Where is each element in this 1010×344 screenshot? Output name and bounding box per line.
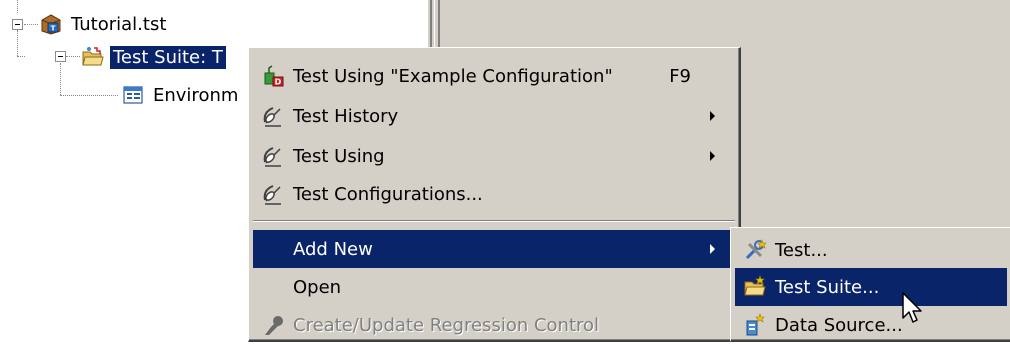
menu-item-create-update-regression-control: Create/Update Regression Control <box>253 306 735 344</box>
satellite-icon <box>253 144 293 168</box>
data-source-icon <box>735 313 775 337</box>
menu-item-test-history[interactable]: Test History <box>253 97 735 135</box>
svg-text:D: D <box>275 78 282 87</box>
submenu-item-test[interactable]: Test... <box>735 231 1007 269</box>
submenu-item-test-suite[interactable]: Test Suite... <box>735 268 1007 306</box>
test-suite-folder-icon <box>735 275 775 299</box>
tree-guide-line <box>17 0 18 13</box>
tree-guide-line <box>66 56 80 57</box>
tree-guide-line <box>60 95 118 96</box>
test-tools-icon <box>735 238 775 262</box>
menu-item-label: Test Configurations... <box>293 183 483 205</box>
submenu-arrow-icon <box>710 151 715 161</box>
menu-item-test-using[interactable]: Test Using <box>253 137 735 175</box>
menu-item-test-configurations[interactable]: Test Configurations... <box>253 175 735 213</box>
tree-item-root[interactable]: T Tutorial.tst <box>40 9 169 39</box>
menu-item-label: Add New <box>293 238 373 260</box>
menu-item-test-using-example-config[interactable]: D Test Using "Example Configuration" F9 <box>253 57 735 95</box>
test-suite-folder-icon <box>82 47 104 66</box>
tree-item-environment[interactable]: Environm <box>122 80 241 110</box>
collapse-root-toggle[interactable] <box>12 19 23 30</box>
mouse-pointer-icon <box>902 292 922 323</box>
submenu-item-label: Test... <box>775 239 828 261</box>
menu-item-label: Test History <box>293 105 399 127</box>
tree-item-test-suite[interactable]: Test Suite: T <box>82 42 227 72</box>
satellite-icon <box>253 182 293 206</box>
environment-icon <box>123 86 143 104</box>
regression-icon <box>253 313 293 337</box>
tree-guide-line <box>60 63 61 95</box>
submenu-item-label: Data Source... <box>775 314 903 336</box>
test-file-icon: T <box>41 14 61 35</box>
submenu-arrow-icon <box>710 244 715 254</box>
tree-item-root-label: Tutorial.tst <box>71 13 167 35</box>
submenu-item-label: Test Suite... <box>775 276 880 298</box>
svg-text:T: T <box>51 25 56 33</box>
tree-guide-line <box>17 30 18 56</box>
submenu-item-data-source[interactable]: Data Source... <box>735 306 1007 344</box>
tree-item-environment-label: Environm <box>153 84 239 106</box>
collapse-suite-toggle[interactable] <box>55 51 66 62</box>
menu-item-add-new[interactable]: Add New <box>253 230 735 268</box>
menu-item-label: Test Using "Example Configuration" <box>293 65 613 87</box>
menu-item-label: Test Using <box>293 145 385 167</box>
tree-guide-line <box>24 24 38 25</box>
menu-item-label: Create/Update Regression Control <box>293 314 600 336</box>
menu-item-open[interactable]: Open <box>253 268 735 306</box>
submenu-arrow-icon <box>710 111 715 121</box>
tree-item-test-suite-label: Test Suite: T <box>109 44 227 70</box>
menu-item-label: Open <box>293 276 342 298</box>
test-config-icon: D <box>253 64 293 88</box>
context-menu: D Test Using "Example Configuration" F9 … <box>248 47 741 342</box>
satellite-icon <box>253 104 293 128</box>
menu-separator <box>253 220 735 222</box>
shortcut-label: F9 <box>669 65 691 87</box>
tree-guide-line <box>17 56 25 57</box>
add-new-submenu: Test... Test Suite... Data Source... <box>730 227 1010 342</box>
